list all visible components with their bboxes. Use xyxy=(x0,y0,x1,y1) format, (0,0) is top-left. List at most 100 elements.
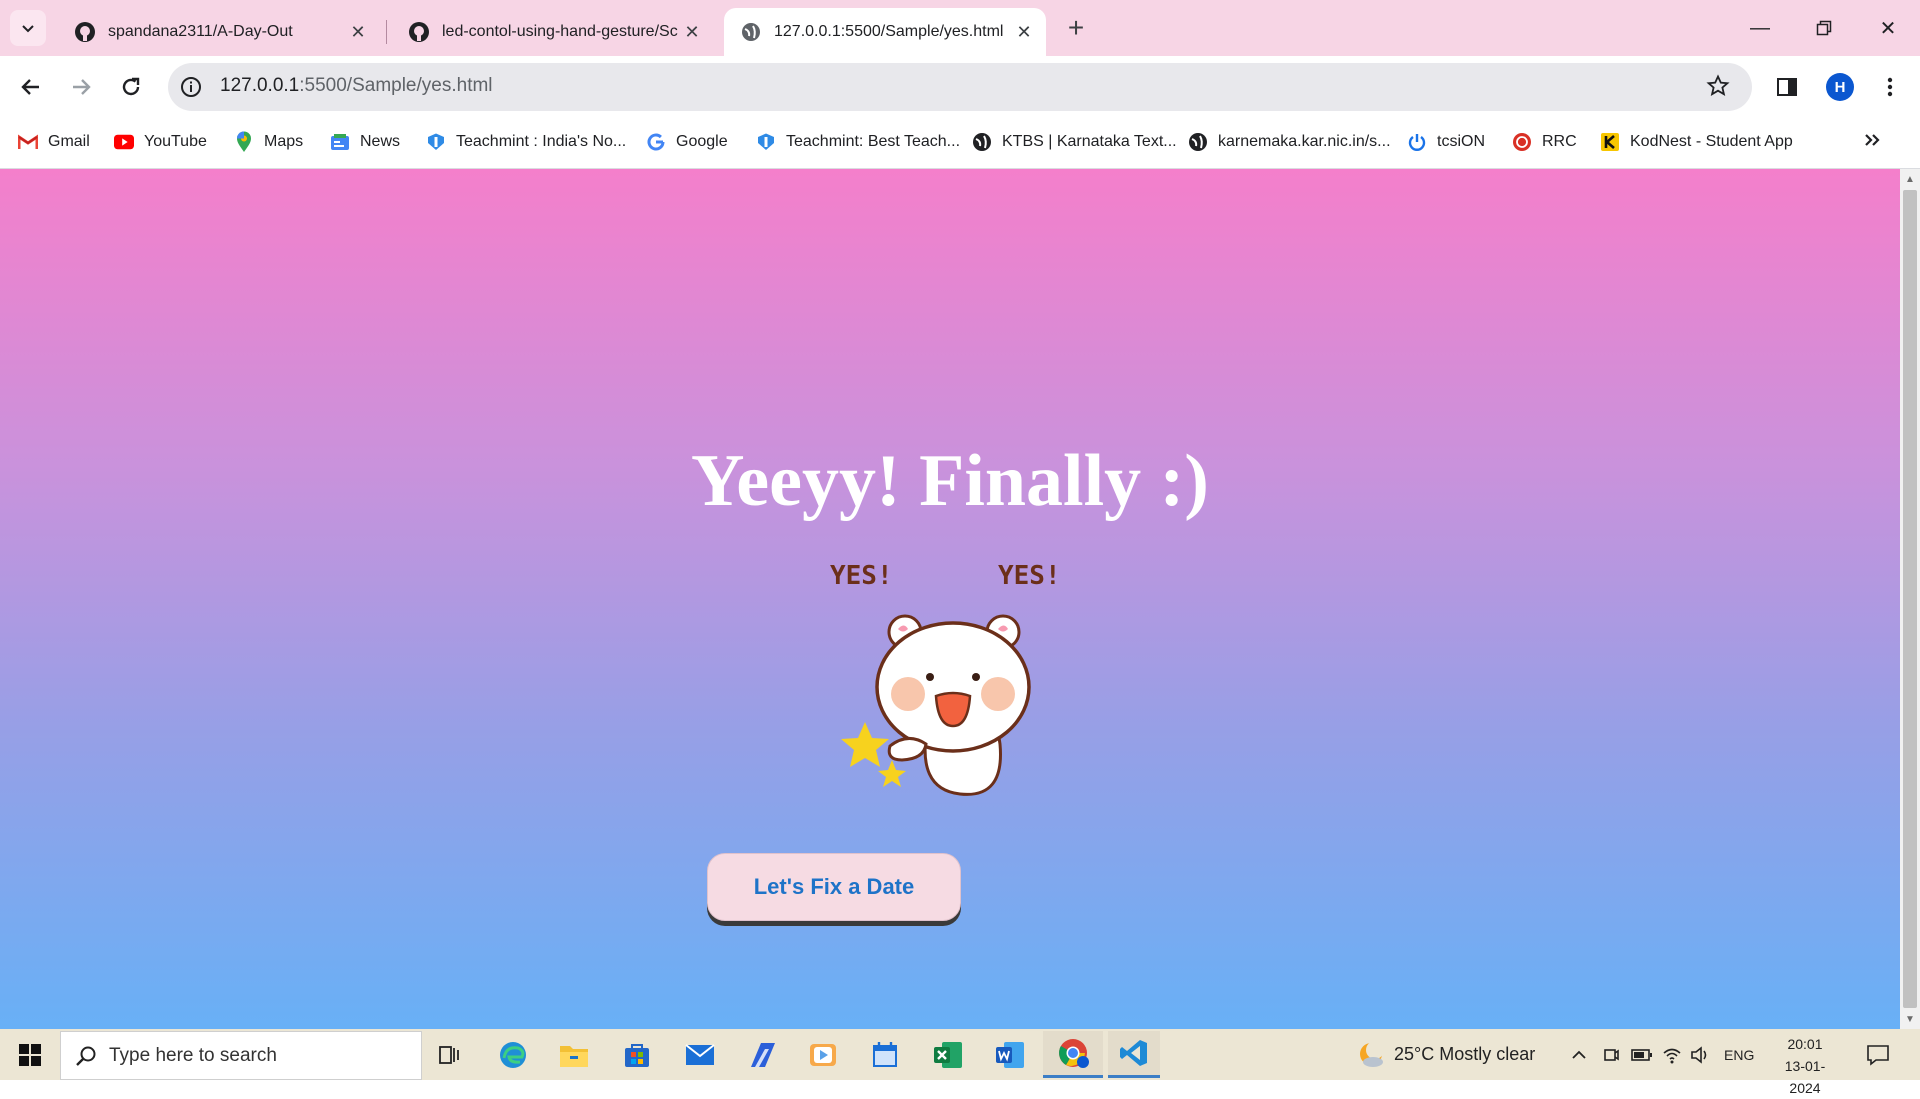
close-window-button[interactable]: ✕ xyxy=(1856,0,1920,56)
taskbar-excel[interactable] xyxy=(922,1031,974,1078)
tab-led-control[interactable]: led-contol-using-hand-gesture/Sc ✕ xyxy=(392,8,714,56)
sticker-text-left: YES! xyxy=(830,561,893,591)
taskbar-file-explorer[interactable] xyxy=(548,1031,600,1078)
tab-search-button[interactable] xyxy=(10,10,46,46)
bookmark-maps[interactable]: Maps xyxy=(234,128,303,156)
start-button[interactable] xyxy=(0,1029,60,1080)
taskbar-power-automate[interactable] xyxy=(736,1031,788,1078)
tray-language[interactable]: ENG xyxy=(1724,1029,1754,1080)
taskbar-clipchamp[interactable] xyxy=(797,1031,849,1078)
close-icon[interactable]: ✕ xyxy=(1010,18,1038,46)
close-icon[interactable]: ✕ xyxy=(344,18,372,46)
bookmark-karnemaka[interactable]: karnemaka.kar.nic.in/s... xyxy=(1188,128,1391,156)
tray-volume[interactable] xyxy=(1690,1029,1710,1080)
teachmint-icon xyxy=(756,132,776,152)
bookmark-youtube[interactable]: YouTube xyxy=(114,128,207,156)
bookmark-star-icon[interactable] xyxy=(1706,74,1730,103)
bookmark-teachmint-1[interactable]: Teachmint : India's No... xyxy=(426,128,626,156)
wifi-icon xyxy=(1663,1048,1681,1063)
bookmark-ktbs[interactable]: KTBS | Karnataka Text... xyxy=(972,128,1177,156)
power-icon xyxy=(1407,132,1427,152)
clock-date: 13-01-2024 xyxy=(1784,1058,1826,1096)
back-button[interactable] xyxy=(13,69,49,105)
sticker-text-right: YES! xyxy=(998,561,1061,591)
gmail-icon xyxy=(18,132,38,152)
bookmark-google[interactable]: Google xyxy=(646,128,728,156)
tray-meet-now[interactable] xyxy=(1602,1029,1620,1080)
fix-date-button[interactable]: Let's Fix a Date xyxy=(707,853,961,921)
globe-icon xyxy=(740,21,762,43)
task-view-button[interactable] xyxy=(424,1031,476,1078)
url-text[interactable]: 127.0.0.1:5500/Sample/yes.html xyxy=(220,75,493,97)
tray-clock[interactable]: 20:01 13-01-2024 xyxy=(1770,1033,1840,1099)
weather-widget[interactable]: 25°C Mostly clear xyxy=(1356,1029,1535,1080)
youtube-icon xyxy=(114,132,134,152)
moon-cloud-icon xyxy=(1360,1040,1384,1067)
tray-wifi[interactable] xyxy=(1662,1029,1682,1080)
tray-battery[interactable] xyxy=(1631,1029,1653,1080)
bookmark-gmail[interactable]: Gmail xyxy=(18,128,90,156)
bookmark-label: Teachmint : India's No... xyxy=(456,133,627,150)
minimize-button[interactable]: — xyxy=(1728,0,1792,56)
chrome-icon xyxy=(1059,1039,1089,1068)
scroll-down-arrow-icon[interactable]: ▼ xyxy=(1900,1009,1920,1029)
bookmark-label: karnemaka.kar.nic.in/s... xyxy=(1218,133,1391,150)
taskbar-vscode[interactable] xyxy=(1108,1031,1160,1078)
minimize-icon: — xyxy=(1750,16,1770,39)
restore-icon xyxy=(1816,20,1832,36)
plus-icon: + xyxy=(1067,12,1085,43)
taskbar-edge[interactable] xyxy=(487,1031,539,1078)
reload-button[interactable] xyxy=(113,69,149,105)
tab-title: spandana2311/A-Day-Out xyxy=(108,23,293,40)
bookmark-teachmint-2[interactable]: Teachmint: Best Teach... xyxy=(756,128,960,156)
video-player-icon xyxy=(810,1043,836,1066)
arrow-right-icon xyxy=(73,79,91,95)
search-placeholder: Type here to search xyxy=(109,1044,277,1066)
more-menu-icon[interactable] xyxy=(1880,76,1900,103)
arrow-left-icon xyxy=(21,79,39,95)
show-hidden-icons[interactable] xyxy=(1570,1029,1588,1080)
reload-icon xyxy=(122,77,140,96)
tab-yes-html[interactable]: 127.0.0.1:5500/Sample/yes.html ✕ xyxy=(724,8,1046,56)
search-icon xyxy=(76,1046,96,1066)
scrollbar-thumb[interactable] xyxy=(1903,190,1917,1008)
scroll-up-arrow-icon[interactable]: ▲ xyxy=(1900,169,1920,189)
folder-icon xyxy=(560,1045,588,1067)
mail-icon xyxy=(685,1043,715,1065)
bookmark-kodnest[interactable]: KodNest - Student App xyxy=(1600,128,1793,156)
chevron-down-icon xyxy=(22,25,34,33)
kodnest-icon xyxy=(1600,132,1620,152)
bookmark-news[interactable]: News xyxy=(330,128,400,156)
page-content: Yeeyy! Finally :) YES! YES! Let's Fix a … xyxy=(0,169,1900,1029)
edge-icon xyxy=(500,1041,526,1068)
forward-button[interactable] xyxy=(63,69,99,105)
taskbar-search-box[interactable]: Type here to search xyxy=(60,1031,422,1080)
taskbar-word[interactable] xyxy=(984,1031,1036,1078)
globe-icon xyxy=(972,132,992,152)
close-icon[interactable]: ✕ xyxy=(678,18,706,46)
bookmarks-overflow-icon[interactable] xyxy=(1862,130,1882,155)
taskbar-store[interactable] xyxy=(611,1031,663,1078)
bookmark-label: YouTube xyxy=(144,133,207,150)
github-icon xyxy=(74,21,96,43)
taskbar-mail[interactable] xyxy=(674,1031,726,1078)
tab-a-day-out[interactable]: spandana2311/A-Day-Out ✕ xyxy=(58,8,380,56)
github-icon xyxy=(408,21,430,43)
notification-center[interactable] xyxy=(1866,1029,1890,1080)
power-automate-icon xyxy=(751,1042,775,1067)
taskbar-calendar[interactable] xyxy=(859,1031,911,1078)
maps-icon xyxy=(234,131,254,152)
site-info-icon[interactable] xyxy=(180,76,202,103)
restore-button[interactable] xyxy=(1792,0,1856,56)
bookmark-label: Teachmint: Best Teach... xyxy=(786,133,961,150)
new-tab-button[interactable]: + xyxy=(1058,10,1094,46)
happy-bear-sticker: YES! YES! xyxy=(830,561,1061,796)
bookmark-rrc[interactable]: RRC xyxy=(1512,128,1577,156)
bookmark-tcsion[interactable]: tcsiON xyxy=(1407,128,1485,156)
windows-logo-icon xyxy=(19,1043,41,1066)
taskbar-chrome[interactable] xyxy=(1043,1031,1103,1078)
speaker-icon xyxy=(1691,1045,1707,1064)
clock-time: 20:01 xyxy=(1787,1036,1823,1052)
side-panel-icon[interactable] xyxy=(1776,76,1798,103)
profile-avatar[interactable]: H xyxy=(1826,73,1854,101)
